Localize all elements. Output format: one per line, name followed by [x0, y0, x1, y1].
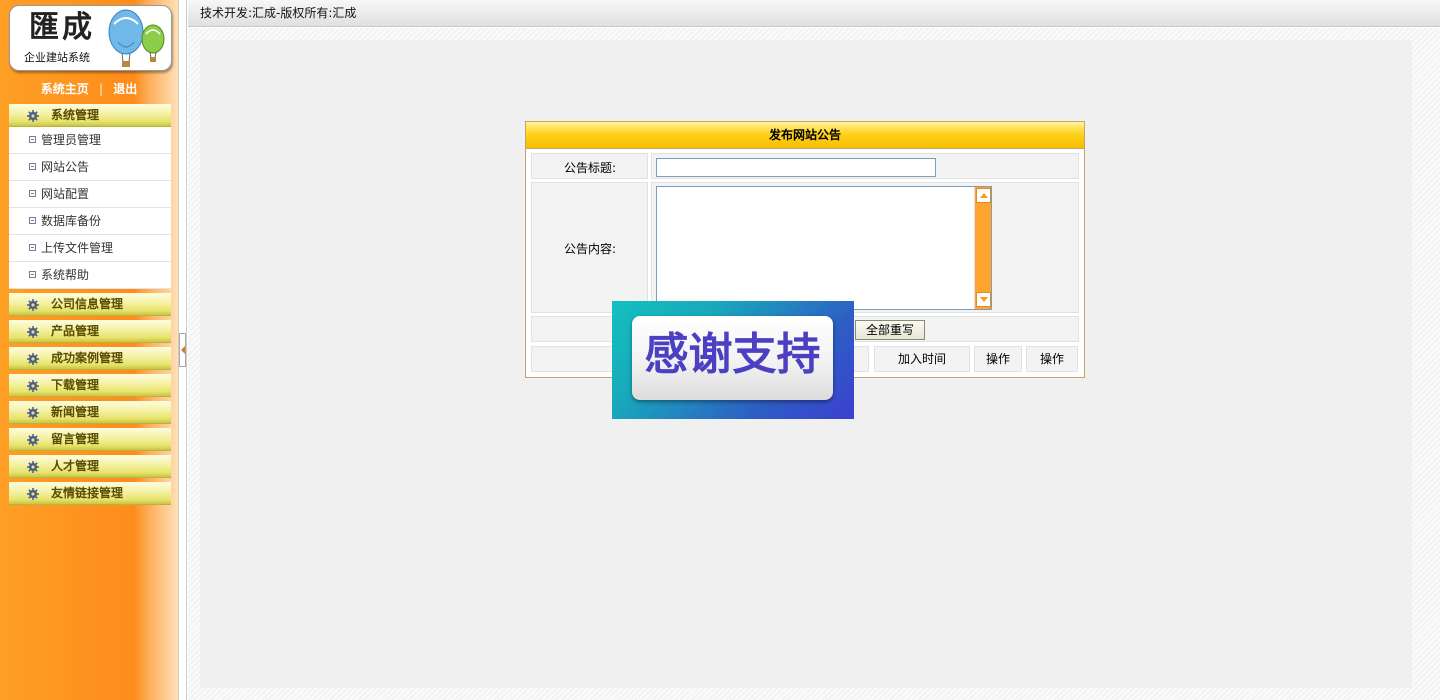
- top-links: 系统主页 | 退出: [0, 80, 178, 97]
- expand-icon: [29, 217, 36, 224]
- badge-plate: 感谢支持: [632, 316, 833, 400]
- submenu-item-uploads[interactable]: 上传文件管理: [9, 235, 171, 262]
- menu-talent-label: 人才管理: [51, 459, 100, 473]
- thanks-badge: 感谢支持: [612, 301, 854, 419]
- sidebar: 匯成 企业建站系统 系统主页 | 退出 系统管理 管理员管理 网站公告 网站配置…: [0, 0, 178, 700]
- menu-messages[interactable]: 留言管理: [9, 428, 171, 451]
- menu-company-label: 公司信息管理: [51, 297, 124, 311]
- collapse-sidebar-icon[interactable]: [179, 333, 186, 367]
- gear-icon: [27, 461, 39, 473]
- menu-system-label: 系统管理: [51, 108, 100, 122]
- content-label: 公告内容:: [563, 242, 616, 256]
- scroll-up-icon[interactable]: [976, 188, 991, 203]
- gear-icon: [27, 326, 39, 338]
- copyright-text: 技术开发:汇成-版权所有:汇成: [200, 6, 357, 20]
- submenu-item-label: 管理员管理: [41, 133, 102, 147]
- menu-links[interactable]: 友情链接管理: [9, 482, 171, 505]
- system-submenu: 管理员管理 网站公告 网站配置 数据库备份 上传文件管理 系统帮助: [9, 127, 171, 289]
- submenu-item-label: 网站配置: [41, 187, 90, 201]
- submenu-item-announcements[interactable]: 网站公告: [9, 154, 171, 181]
- balloon-icon: [108, 9, 165, 67]
- home-link[interactable]: 系统主页: [41, 80, 89, 97]
- table-header-op2: 操作: [1026, 346, 1078, 372]
- gear-icon: [27, 407, 39, 419]
- submenu-item-label: 系统帮助: [41, 268, 90, 282]
- table-header-op1: 操作: [974, 346, 1022, 372]
- menu-system[interactable]: 系统管理: [9, 104, 171, 127]
- link-separator: |: [98, 82, 104, 96]
- menu-cases[interactable]: 成功案例管理: [9, 347, 171, 370]
- scroll-down-icon[interactable]: [976, 292, 991, 307]
- menu-company[interactable]: 公司信息管理: [9, 293, 171, 316]
- submenu-item-label: 网站公告: [41, 160, 90, 174]
- menu-news-label: 新闻管理: [51, 405, 100, 419]
- submenu-item-label: 上传文件管理: [41, 241, 114, 255]
- title-label: 公告标题:: [563, 161, 616, 175]
- expand-icon: [29, 190, 36, 197]
- menu-links-label: 友情链接管理: [51, 486, 124, 500]
- expand-icon: [29, 163, 36, 170]
- submenu-item-label: 数据库备份: [41, 214, 102, 228]
- gear-icon: [27, 299, 39, 311]
- form-title: 发布网站公告: [526, 122, 1084, 149]
- gear-icon: [27, 380, 39, 392]
- copyright-bar: 技术开发:汇成-版权所有:汇成: [188, 0, 1440, 27]
- menu-products-label: 产品管理: [51, 324, 100, 338]
- gear-icon: [27, 353, 39, 365]
- reset-button[interactable]: 全部重写: [855, 320, 925, 340]
- menu-cases-label: 成功案例管理: [51, 351, 124, 365]
- badge-text: 感谢支持: [644, 329, 821, 380]
- submenu-item-db-backup[interactable]: 数据库备份: [9, 208, 171, 235]
- expand-icon: [29, 244, 36, 251]
- gear-icon: [27, 434, 39, 446]
- expand-icon: [29, 136, 36, 143]
- textarea-scrollbar[interactable]: [974, 187, 991, 309]
- submenu-item-admins[interactable]: 管理员管理: [9, 127, 171, 154]
- menu-talent[interactable]: 人才管理: [9, 455, 171, 478]
- logout-link[interactable]: 退出: [113, 80, 137, 97]
- gear-icon: [27, 488, 39, 500]
- menu-messages-label: 留言管理: [51, 432, 100, 446]
- logo-subtitle: 企业建站系统: [24, 51, 90, 64]
- logo-mark: 匯成: [29, 10, 95, 45]
- menu-downloads[interactable]: 下载管理: [9, 374, 171, 397]
- logo: 匯成 企业建站系统: [9, 5, 172, 71]
- submenu-item-help[interactable]: 系统帮助: [9, 262, 171, 289]
- content-textarea[interactable]: [656, 186, 992, 310]
- submenu-item-site-config[interactable]: 网站配置: [9, 181, 171, 208]
- gear-icon: [27, 110, 39, 122]
- title-input[interactable]: [656, 158, 936, 177]
- table-header-time: 加入时间: [874, 346, 970, 372]
- menu-downloads-label: 下载管理: [51, 378, 100, 392]
- expand-icon: [29, 271, 36, 278]
- menu-products[interactable]: 产品管理: [9, 320, 171, 343]
- menu-news[interactable]: 新闻管理: [9, 401, 171, 424]
